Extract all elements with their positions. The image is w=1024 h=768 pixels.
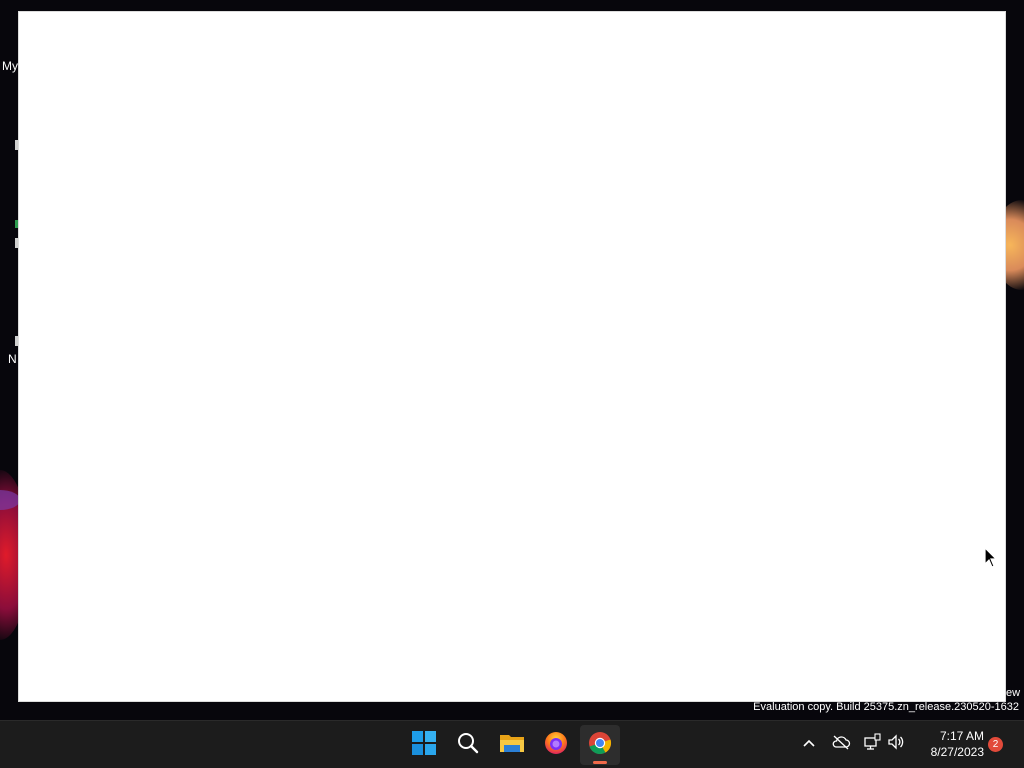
clock[interactable]: 7:17 AM 8/27/2023: [914, 728, 984, 760]
file-explorer-button[interactable]: [492, 725, 532, 765]
app-window[interactable]: [18, 11, 1006, 702]
volume-button[interactable]: [885, 733, 907, 755]
desktop-icon-label: N: [8, 352, 17, 366]
start-button[interactable]: [404, 725, 444, 765]
network-icon: [863, 732, 881, 756]
taskbar: 7:17 AM 8/27/2023 2: [0, 720, 1024, 768]
windows-start-icon: [411, 730, 437, 761]
active-app-indicator: [593, 761, 607, 764]
evaluation-watermark: Evaluation copy. Build 25375.zn_release.…: [753, 701, 1019, 713]
partial-window-label: ew: [1006, 687, 1021, 699]
onedrive-button[interactable]: [830, 733, 852, 755]
desktop-icon-my[interactable]: My: [2, 59, 18, 73]
desktop-icon-label: My: [2, 59, 18, 73]
desktop-icon-n[interactable]: N: [8, 352, 17, 366]
clock-date: 8/27/2023: [930, 745, 984, 759]
clock-time: 7:17 AM: [939, 729, 984, 743]
search-icon: [456, 731, 480, 760]
search-button[interactable]: [448, 725, 488, 765]
firefox-button[interactable]: [536, 725, 576, 765]
speaker-icon: [887, 733, 905, 755]
chrome-icon: [587, 730, 613, 761]
file-explorer-icon: [499, 731, 525, 760]
chevron-up-icon: [802, 735, 816, 753]
firefox-icon: [543, 730, 569, 761]
network-button[interactable]: [861, 732, 883, 756]
show-hidden-icons-button[interactable]: [798, 733, 820, 755]
notification-badge[interactable]: 2: [988, 737, 1003, 752]
desktop: My N ew Evaluation copy. Build 25375.zn_…: [0, 0, 1024, 720]
mouse-cursor-icon: [984, 546, 998, 574]
chrome-button[interactable]: [580, 725, 620, 765]
onedrive-offline-icon: [831, 734, 851, 755]
